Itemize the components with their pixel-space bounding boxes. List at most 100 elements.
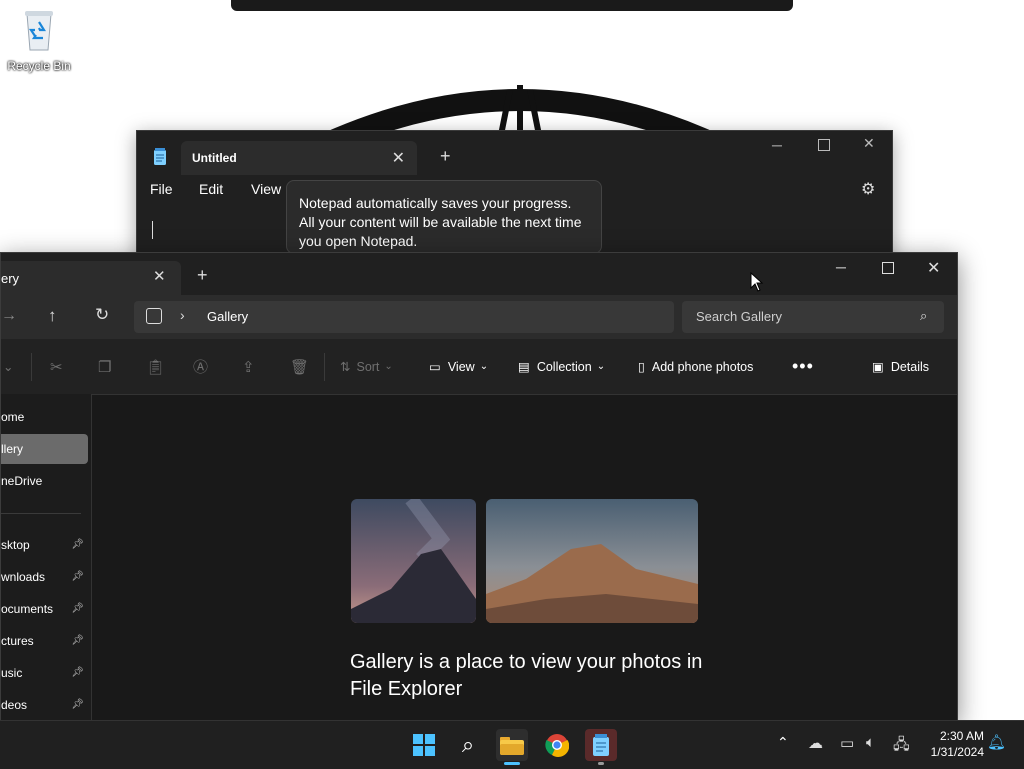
close-tab-icon[interactable]: ✕ (392, 148, 405, 168)
details-label: Details (890, 359, 930, 374)
menu-view[interactable]: View (251, 181, 281, 197)
collection-label: Collection (536, 359, 592, 374)
command-bar: ⌄ ✂ ❐ 📋︎ Ⓐ ⇪ 🗑︎ ⇅ Sort ⌄ ▭ View ⌄ ▤ Coll… (1, 339, 957, 395)
sort-button[interactable]: ⇅ Sort ⌄ (340, 339, 393, 394)
file-explorer-window[interactable]: ery ✕ + ─ ✕ → ↑ ↻ › Gallery Search Galle… (0, 252, 958, 722)
add-phone-photos-button[interactable]: ▯ Add phone photos (638, 339, 753, 394)
nav-divider (1, 513, 81, 514)
search-button[interactable]: ⌕ (452, 729, 484, 761)
nav-item-downloads[interactable]: wnloads 📌︎ (1, 562, 88, 592)
nav-item-videos[interactable]: deos 📌︎ (1, 690, 88, 720)
refresh-icon[interactable]: ↻ (95, 305, 109, 325)
search-icon: ⌕ (461, 732, 475, 757)
pin-icon: 📌︎ (71, 635, 84, 646)
nav-item-desktop[interactable]: sktop 📌︎ (1, 530, 88, 560)
settings-gear-icon[interactable]: ⚙ (861, 179, 875, 199)
explorer-tab[interactable]: ery ✕ (1, 261, 181, 295)
rename-icon[interactable]: Ⓐ (193, 339, 208, 394)
address-toolbar: → ↑ ↻ › Gallery Search Gallery ⌕ (1, 295, 957, 339)
gallery-sample-image-2 (486, 499, 698, 623)
gallery-empty-heading: Gallery is a place to view your photos i… (350, 651, 703, 700)
menu-edit[interactable]: Edit (199, 181, 223, 197)
delete-icon[interactable]: 🗑︎ (290, 339, 309, 394)
nav-item-pictures[interactable]: ctures 📌︎ (1, 626, 88, 656)
address-bar[interactable]: › Gallery (134, 301, 674, 333)
mouse-cursor (750, 271, 764, 297)
cut-icon[interactable]: ✂ (50, 339, 63, 394)
pin-icon: 📌︎ (71, 603, 84, 614)
notepad-taskbar-button[interactable] (585, 729, 617, 765)
share-icon[interactable]: ⇪ (242, 339, 255, 394)
chevron-down-icon: ⌄ (384, 361, 393, 372)
clock-date: 1/31/2024 (930, 745, 984, 759)
new-tab-button[interactable]: + (440, 146, 451, 167)
navigation-pane: ome llery neDrive sktop 📌︎ wnloads 📌︎ ocum… (1, 394, 92, 721)
nav-item-home[interactable]: ome (1, 402, 88, 432)
search-input[interactable]: Search Gallery (696, 309, 782, 324)
copy-icon[interactable]: ❐ (98, 339, 111, 394)
chevron-down-icon: ⌄ (479, 361, 489, 372)
notepad-tab[interactable]: Untitled ✕ (181, 141, 417, 175)
details-pane-icon: ▣ (872, 360, 884, 374)
explorer-tab-title: ery (1, 271, 20, 286)
active-indicator (504, 762, 520, 765)
nav-item-onedrive[interactable]: neDrive (1, 466, 88, 496)
add-phone-photos-label: Add phone photos (651, 359, 754, 374)
chevron-down-icon: ⌄ (596, 361, 606, 372)
notification-bell-icon[interactable]: 🔔︎ (987, 733, 1006, 751)
close-window-button[interactable]: ✕ (927, 258, 940, 278)
nav-item-gallery[interactable]: llery (1, 434, 88, 464)
notepad-tab-title: Untitled (192, 151, 237, 165)
new-tab-button[interactable]: + (197, 265, 208, 286)
sort-label: Sort (356, 359, 380, 374)
divider (324, 353, 325, 381)
sort-icon: ⇅ (340, 360, 351, 374)
clock[interactable]: 2:30 AM 1/31/2024 (920, 728, 984, 760)
notepad-icon (593, 734, 609, 756)
close-window-button[interactable]: ✕ (863, 135, 875, 152)
view-button[interactable]: ▭ View ⌄ (429, 339, 488, 394)
chevron-up-icon[interactable]: ⌃ (777, 734, 789, 751)
file-explorer-taskbar-button[interactable] (496, 729, 528, 765)
collection-button[interactable]: ▤ Collection ⌄ (518, 339, 605, 394)
nav-item-documents[interactable]: ocuments 📌︎ (1, 594, 88, 624)
folder-icon (500, 737, 524, 755)
maximize-button[interactable] (882, 262, 894, 274)
close-tab-icon[interactable]: ✕ (153, 267, 166, 285)
chrome-taskbar-button[interactable] (541, 729, 573, 761)
clock-time: 2:30 AM (939, 729, 984, 743)
breadcrumb-gallery[interactable]: Gallery (207, 309, 248, 324)
taskbar: ⌕ ⌃ ☁ ▭ 🔈︎ 🖧︎ 2:30 AM 1/31/2024 🔔︎ (0, 720, 1024, 769)
volume-icon[interactable]: 🔈︎ (866, 734, 875, 751)
search-box[interactable]: Search Gallery ⌕ (682, 301, 944, 333)
up-arrow-icon[interactable]: ↑ (48, 306, 57, 326)
top-dark-bar (231, 0, 793, 11)
paste-icon[interactable]: 📋︎ (146, 339, 165, 394)
recycle-bin-shortcut[interactable]: Recycle Bin (4, 8, 74, 78)
minimize-button[interactable]: ─ (772, 137, 782, 153)
gallery-icon (146, 308, 162, 324)
maximize-button[interactable] (818, 139, 830, 151)
gallery-sample-image-1 (351, 499, 476, 623)
network-icon[interactable]: 🖧︎ (893, 734, 910, 759)
new-dropdown-icon[interactable]: ⌄ (3, 339, 13, 394)
divider (31, 353, 32, 381)
pin-icon: 📌︎ (71, 571, 84, 582)
display-icon[interactable]: ▭ (840, 734, 854, 752)
forward-arrow-icon[interactable]: → (1, 307, 17, 325)
more-options-icon[interactable]: ••• (792, 339, 814, 394)
pin-icon: 📌︎ (71, 539, 84, 550)
nav-item-music[interactable]: usic 📌︎ (1, 658, 88, 688)
recycle-bin-icon (21, 11, 57, 56)
notepad-app-icon (153, 148, 167, 171)
onedrive-cloud-icon[interactable]: ☁ (808, 734, 823, 752)
recycle-bin-label: Recycle Bin (7, 59, 71, 73)
phone-add-icon: ▯ (638, 360, 645, 374)
minimize-button[interactable]: ─ (836, 259, 846, 275)
pin-icon: 📌︎ (71, 699, 84, 710)
start-button[interactable] (408, 729, 440, 761)
search-icon[interactable]: ⌕ (920, 308, 927, 324)
running-indicator (598, 762, 604, 765)
menu-file[interactable]: File (150, 181, 173, 197)
details-button[interactable]: ▣ Details (872, 339, 929, 394)
